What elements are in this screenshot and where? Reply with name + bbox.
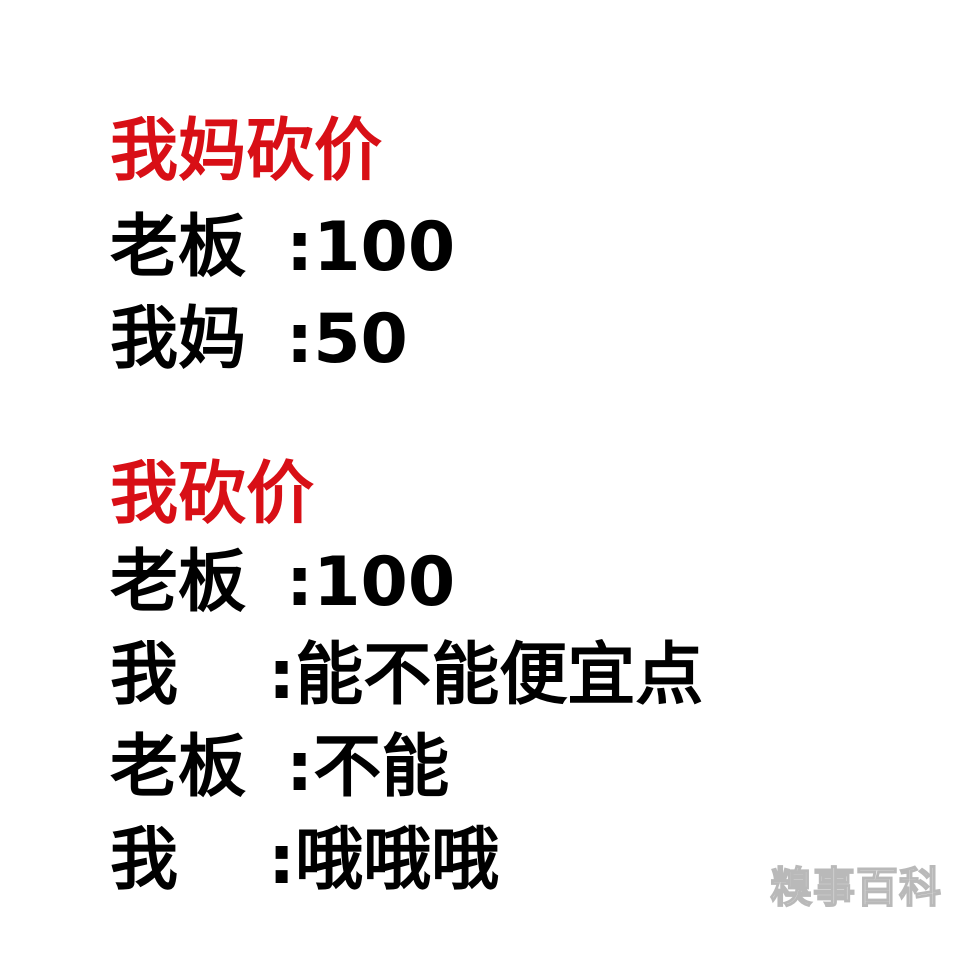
speech-text: :能不能便宜点 [268, 636, 704, 715]
speaker-label: 我妈 [110, 300, 247, 379]
section-title-mom: 我妈砍价 [110, 112, 383, 191]
speech-text: :100 [286, 208, 456, 287]
speaker-label: 老板 [110, 543, 247, 622]
section-title-me: 我砍价 [110, 455, 315, 534]
speech-text: :100 [286, 543, 456, 622]
speaker-label: 老板 [110, 728, 247, 807]
speech-text: :50 [286, 300, 408, 379]
speech-text: :不能 [286, 728, 450, 807]
speaker-label: 我 [110, 636, 179, 715]
speaker-label: 老板 [110, 208, 247, 287]
watermark-logo: 糗事百科 [769, 862, 943, 913]
speaker-label: 我 [110, 821, 179, 900]
speech-text: :哦哦哦 [268, 821, 500, 900]
